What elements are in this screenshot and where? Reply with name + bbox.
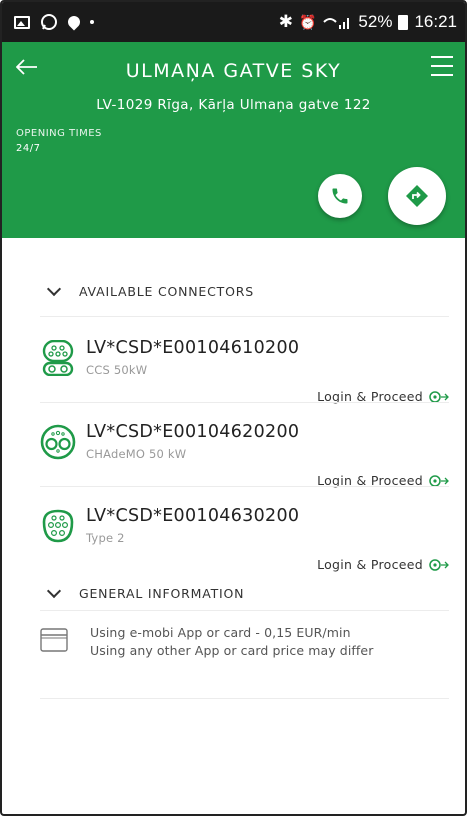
login-proceed-label: Login & Proceed bbox=[317, 557, 423, 572]
phone-screen: ✱ ⏰ 52% 16:21 ULMAŅA GATVE SKY LV-1029 R… bbox=[0, 0, 467, 816]
general-info-section-title: GENERAL INFORMATION bbox=[79, 586, 245, 601]
battery-icon bbox=[398, 14, 409, 30]
connector-id: LV*CSD*E00104610200 bbox=[86, 338, 300, 358]
status-bar: ✱ ⏰ 52% 16:21 bbox=[2, 2, 465, 42]
hamburger-line bbox=[431, 74, 453, 76]
divider bbox=[40, 316, 449, 317]
whatsapp-icon bbox=[41, 14, 57, 30]
pricing-line-1: Using e-mobi App or card - 0,15 EUR/min bbox=[90, 625, 351, 640]
chevron-down-icon bbox=[46, 281, 62, 297]
divider bbox=[40, 698, 449, 699]
pricing-info: Using e-mobi App or card - 0,15 EUR/min … bbox=[40, 624, 449, 684]
general-info-section-header[interactable]: GENERAL INFORMATION bbox=[46, 583, 245, 601]
hamburger-line bbox=[431, 65, 453, 67]
signal-icon bbox=[323, 18, 350, 29]
pricing-line-2: Using any other App or card price may di… bbox=[90, 643, 374, 658]
hamburger-line bbox=[431, 56, 453, 58]
clock: 16:21 bbox=[414, 12, 457, 31]
ccs-plug-icon bbox=[42, 340, 74, 376]
opening-times-value: 24/7 bbox=[16, 143, 41, 154]
connector-type: Type 2 bbox=[86, 531, 125, 545]
connector-type: CHAdeMO 50 kW bbox=[86, 447, 187, 461]
connector-type: CCS 50kW bbox=[86, 363, 148, 377]
more-notifications-icon bbox=[90, 20, 94, 24]
login-arrow-icon bbox=[429, 558, 449, 571]
station-address: LV-1029 Rīga, Kārļa Ulmaņa gatve 122 bbox=[96, 97, 371, 113]
image-notification-icon bbox=[14, 15, 30, 29]
connector-row[interactable]: LV*CSD*E00104630200 Type 2 Login & Proce… bbox=[40, 506, 449, 590]
chademo-plug-icon bbox=[40, 424, 76, 460]
login-proceed-button[interactable]: Login & Proceed bbox=[317, 557, 449, 572]
page-title: ULMAŅA GATVE SKY bbox=[125, 60, 342, 82]
connector-row[interactable]: LV*CSD*E00104620200 CHAdeMO 50 kW Login … bbox=[40, 422, 449, 506]
alarm-icon: ⏰ bbox=[298, 13, 317, 30]
connector-row[interactable]: LV*CSD*E00104610200 CCS 50kW Login & Pro… bbox=[40, 338, 449, 422]
bluetooth-icon: ✱ bbox=[278, 12, 293, 31]
phone-icon bbox=[332, 188, 348, 204]
connector-id: LV*CSD*E00104620200 bbox=[86, 422, 300, 442]
connectors-section-header[interactable]: AVAILABLE CONNECTORS bbox=[46, 281, 254, 299]
battery-level: 52% bbox=[358, 12, 393, 31]
pricing-text: Using e-mobi App or card - 0,15 EUR/min … bbox=[90, 624, 373, 660]
card-icon bbox=[40, 628, 68, 652]
menu-button[interactable] bbox=[431, 56, 453, 76]
divider bbox=[40, 610, 449, 611]
connectors-section-title: AVAILABLE CONNECTORS bbox=[79, 284, 254, 299]
location-icon bbox=[65, 13, 83, 31]
type2-plug-icon bbox=[42, 509, 74, 543]
opening-times-label: OPENING TIMES bbox=[16, 128, 102, 139]
status-left bbox=[14, 13, 94, 31]
connector-id: LV*CSD*E00104630200 bbox=[86, 506, 300, 526]
directions-icon bbox=[406, 185, 428, 207]
divider bbox=[40, 486, 449, 487]
directions-button[interactable] bbox=[388, 167, 446, 225]
divider bbox=[40, 402, 449, 403]
call-button[interactable] bbox=[318, 174, 362, 218]
status-right: ✱ ⏰ 52% 16:21 bbox=[279, 12, 457, 32]
chevron-down-icon bbox=[46, 583, 62, 599]
